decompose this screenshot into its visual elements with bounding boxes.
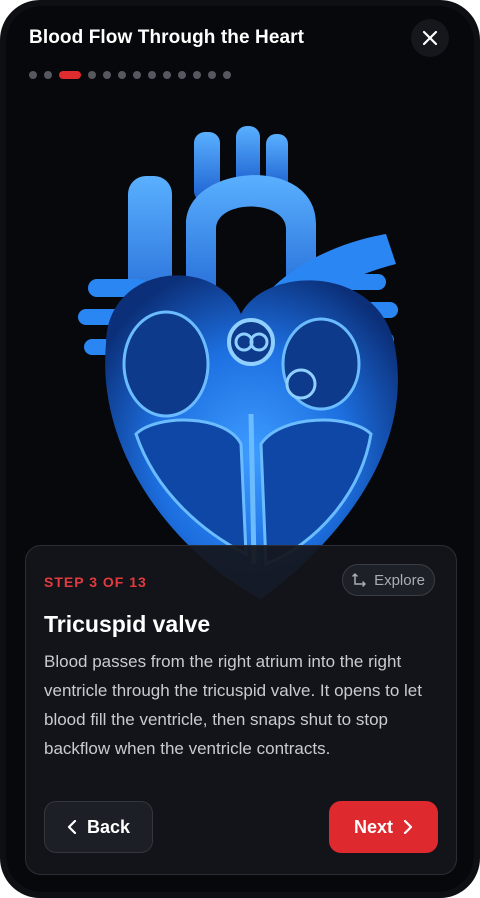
- chevron-left-icon: [67, 820, 77, 834]
- progress-dot[interactable]: [103, 71, 111, 79]
- heart-cross-section-illustration: [66, 114, 416, 614]
- next-label: Next: [353, 816, 393, 837]
- progress-dot[interactable]: [29, 71, 37, 79]
- progress-dot[interactable]: [178, 71, 186, 79]
- step-description: Blood passes from the right atrium into …: [44, 652, 422, 758]
- progress-dot[interactable]: [148, 71, 156, 79]
- step-heading: Tricuspid valve: [44, 611, 211, 637]
- step-info-card: STEP 3 OF 13 Explore Tricuspid valve Blo…: [25, 545, 457, 875]
- progress-dot[interactable]: [118, 71, 126, 79]
- next-button[interactable]: Next: [329, 801, 438, 853]
- back-button[interactable]: Back: [44, 801, 153, 853]
- progress-dot[interactable]: [88, 71, 96, 79]
- chevron-right-icon: [403, 820, 413, 834]
- progress-dot[interactable]: [223, 71, 231, 79]
- page-title: Blood Flow Through the Heart: [29, 27, 305, 48]
- explore-label: Explore: [374, 571, 425, 589]
- phone-frame: Blood Flow Through the Heart STEP 3 OF 1…: [0, 0, 480, 898]
- progress-dot[interactable]: [44, 71, 52, 79]
- progress-dot[interactable]: [208, 71, 216, 79]
- step-progress-dots: [29, 70, 231, 80]
- step-label: STEP 3 OF 13: [44, 574, 147, 590]
- close-button[interactable]: [411, 19, 449, 57]
- progress-dot[interactable]: [133, 71, 141, 79]
- arrows-expand-icon: [352, 573, 366, 587]
- progress-dot[interactable]: [163, 71, 171, 79]
- back-label: Back: [86, 816, 131, 837]
- screen: Blood Flow Through the Heart STEP 3 OF 1…: [6, 6, 474, 892]
- progress-dot[interactable]: [193, 71, 201, 79]
- progress-dot-active[interactable]: [59, 71, 81, 79]
- explore-button[interactable]: Explore: [342, 564, 435, 596]
- close-icon: [422, 30, 438, 46]
